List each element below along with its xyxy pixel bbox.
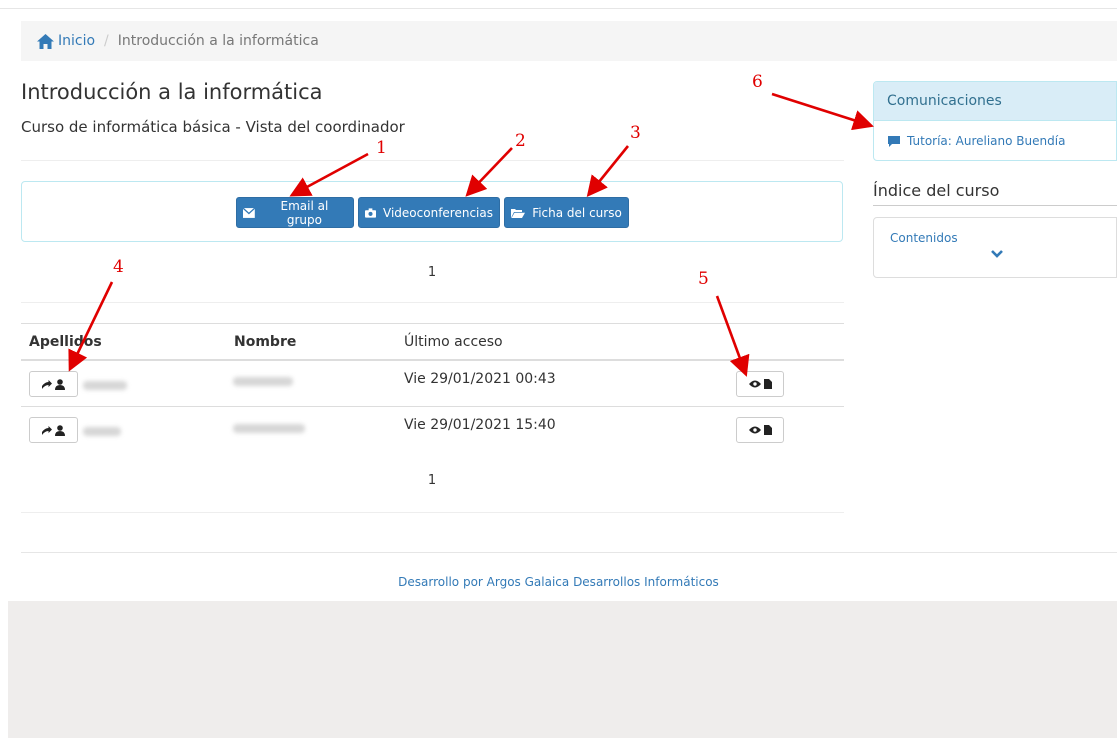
camera-icon bbox=[365, 207, 377, 218]
column-header-nombre[interactable]: Nombre bbox=[234, 334, 296, 350]
comment-icon bbox=[888, 135, 900, 147]
tutoring-link[interactable]: Tutoría: Aureliano Buendía bbox=[907, 134, 1065, 148]
tutoring-item[interactable]: Tutoría: Aureliano Buendía bbox=[874, 121, 1116, 160]
arrow-right-icon bbox=[42, 379, 52, 389]
annotation-arrow bbox=[68, 281, 114, 372]
view-report-button[interactable] bbox=[736, 371, 784, 397]
annotation-number: 3 bbox=[630, 123, 641, 143]
table-top-border bbox=[21, 323, 844, 324]
communications-panel: Comunicaciones Tutoría: Aureliano Buendí… bbox=[873, 81, 1117, 161]
contents-label[interactable]: Contenidos bbox=[890, 231, 958, 245]
cell-apellidos bbox=[83, 376, 127, 394]
breadcrumb-home-link[interactable]: Inicio bbox=[37, 33, 95, 49]
redacted-text bbox=[233, 424, 305, 433]
file-icon bbox=[763, 425, 772, 435]
view-report-button[interactable] bbox=[736, 417, 784, 443]
course-index-underline bbox=[873, 205, 1117, 206]
footer: Desarrollo por Argos Galaica Desarrollos… bbox=[0, 575, 1117, 589]
communications-title: Comunicaciones bbox=[874, 82, 1116, 121]
column-header-ultimo-acceso[interactable]: Último acceso bbox=[404, 334, 503, 350]
arrow-right-icon bbox=[42, 425, 52, 435]
envelope-icon bbox=[243, 207, 255, 218]
contents-panel[interactable]: Contenidos bbox=[873, 217, 1117, 278]
divider bbox=[21, 160, 844, 161]
annotation-number: 1 bbox=[376, 138, 387, 158]
pagination-page-top[interactable]: 1 bbox=[422, 265, 442, 280]
footer-credits-link[interactable]: Desarrollo por Argos Galaica Desarrollos… bbox=[398, 575, 719, 589]
email-group-button[interactable]: Email al grupo bbox=[236, 197, 354, 228]
email-group-label: Email al grupo bbox=[280, 198, 329, 227]
videoconference-button[interactable]: Videoconferencias bbox=[358, 197, 500, 228]
course-sheet-label: Ficha del curso bbox=[532, 205, 622, 220]
page-subtitle: Curso de informática básica - Vista del … bbox=[21, 118, 405, 136]
user-icon bbox=[55, 424, 65, 436]
pagination-page-bottom[interactable]: 1 bbox=[422, 473, 442, 488]
impersonate-user-button[interactable] bbox=[29, 417, 78, 443]
footer-divider bbox=[21, 552, 1117, 553]
file-icon bbox=[763, 379, 772, 389]
top-divider bbox=[0, 8, 1117, 9]
cell-ultimo-acceso: Vie 29/01/2021 15:40 bbox=[404, 417, 556, 433]
home-icon bbox=[37, 33, 54, 49]
annotation-number: 2 bbox=[515, 131, 526, 151]
page-bottom-area bbox=[8, 601, 1117, 738]
breadcrumb-current: Introducción a la informática bbox=[117, 33, 319, 49]
folder-open-icon bbox=[511, 208, 526, 218]
page-title: Introducción a la informática bbox=[21, 80, 323, 104]
annotation-number: 4 bbox=[113, 257, 124, 277]
user-icon bbox=[55, 378, 65, 390]
course-index-title: Índice del curso bbox=[873, 181, 1000, 200]
eye-icon bbox=[748, 380, 761, 388]
cell-apellidos bbox=[83, 422, 121, 440]
eye-icon bbox=[748, 426, 761, 434]
divider bbox=[21, 512, 844, 513]
cell-nombre bbox=[233, 421, 305, 437]
annotation-number: 5 bbox=[698, 269, 709, 289]
impersonate-user-button[interactable] bbox=[29, 371, 78, 397]
videoconference-label: Videoconferencias bbox=[383, 205, 493, 220]
column-header-apellidos[interactable]: Apellidos bbox=[29, 334, 102, 350]
row-border bbox=[21, 406, 844, 407]
annotation-number: 6 bbox=[752, 72, 763, 92]
cell-ultimo-acceso: Vie 29/01/2021 00:43 bbox=[404, 371, 556, 387]
breadcrumb-home-label: Inicio bbox=[58, 33, 96, 49]
breadcrumb-separator: / bbox=[104, 33, 109, 49]
table-header-border bbox=[21, 359, 844, 361]
redacted-text bbox=[83, 427, 121, 436]
chevron-down-icon[interactable] bbox=[991, 250, 1003, 258]
course-sheet-button[interactable]: Ficha del curso bbox=[504, 197, 629, 228]
breadcrumb: Inicio / Introducción a la informática bbox=[21, 21, 1117, 61]
divider bbox=[21, 302, 844, 303]
cell-nombre bbox=[233, 374, 293, 390]
redacted-text bbox=[233, 377, 293, 386]
annotation-arrow bbox=[771, 92, 874, 131]
redacted-text bbox=[83, 381, 127, 390]
